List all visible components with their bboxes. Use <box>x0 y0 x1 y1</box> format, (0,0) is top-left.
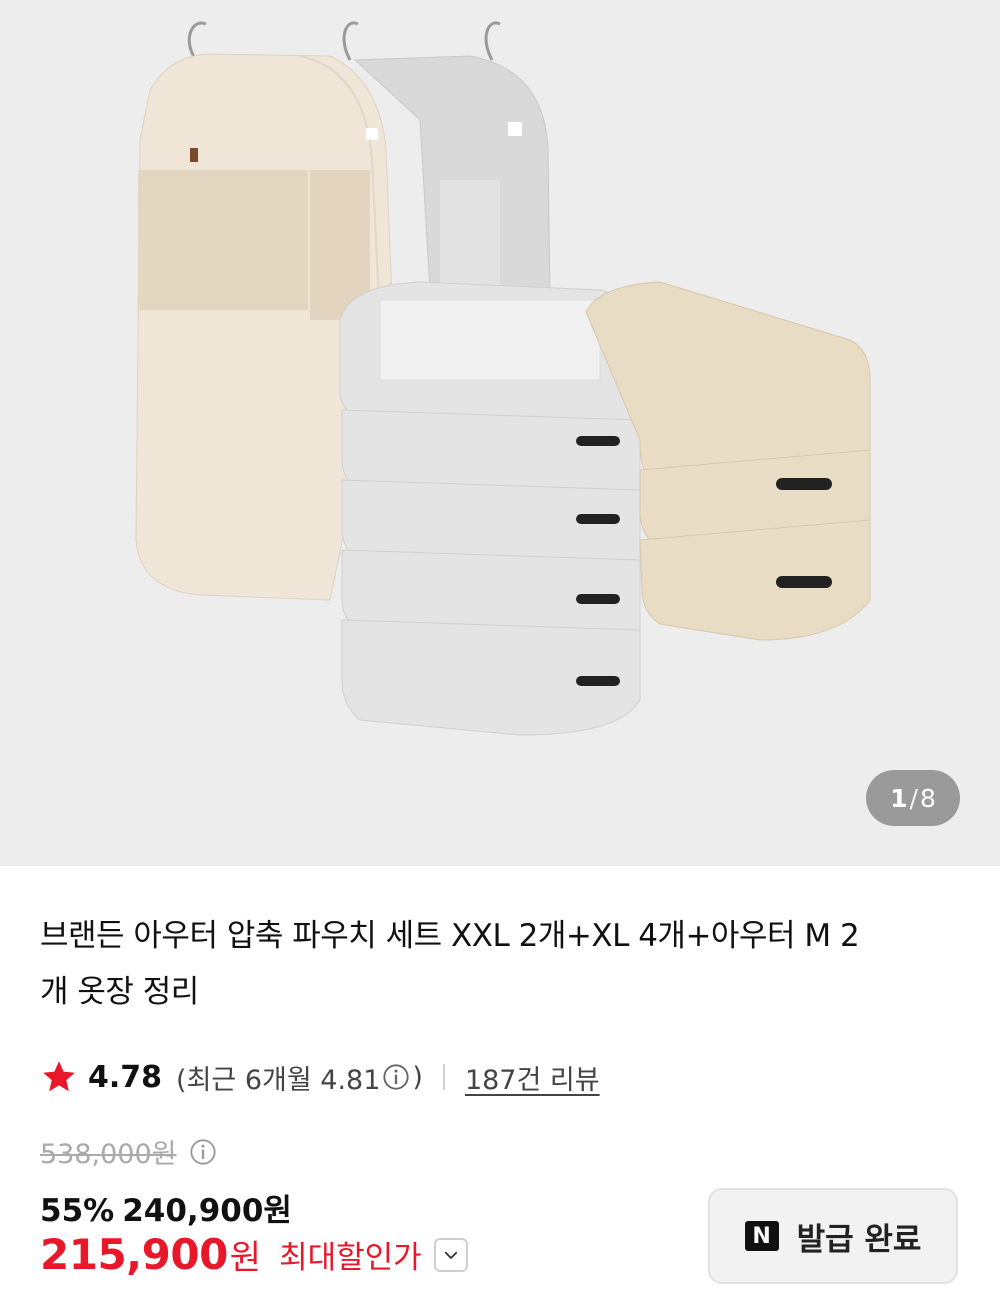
max-discount-label: 최대할인가 <box>279 1240 422 1276</box>
chevron-down-icon <box>444 1251 457 1259</box>
original-price: 538,000원 <box>40 1139 177 1170</box>
info-circle-icon[interactable] <box>189 1138 217 1166</box>
max-discount-unit: 원 <box>229 1238 262 1278</box>
recent-rating-close: ) <box>412 1061 423 1093</box>
divider <box>442 1064 445 1090</box>
recent-rating-text: (최근 6개월 4.81 <box>176 1064 381 1096</box>
recent-rating: (최근 6개월 4.81 ) <box>176 1058 423 1097</box>
review-count-link[interactable]: 187건 리뷰 <box>465 1058 600 1097</box>
product-image-gallery[interactable]: 1 / 8 <box>0 0 1000 866</box>
sale-price-row: 55% 240,900원 <box>40 1185 292 1230</box>
product-image <box>135 21 871 736</box>
max-discount-row: 215,900 원 최대할인가 <box>40 1230 468 1279</box>
image-counter: 1 / 8 <box>866 770 960 826</box>
rating-row: 4.78 (최근 6개월 4.81 ) 187건 리뷰 <box>40 1055 600 1099</box>
sale-price: 240,900원 <box>122 1193 292 1229</box>
max-discount-price: 215,900 <box>40 1230 228 1279</box>
product-title: 브랜든 아우터 압축 파우치 세트 XXL 2개+XL 4개+아우터 M 2개 … <box>40 918 860 1010</box>
rating-score: 4.78 <box>88 1059 163 1095</box>
star-icon <box>43 1061 75 1092</box>
image-counter-current: 1 <box>890 783 908 813</box>
original-price-row: 538,000원 <box>40 1132 219 1171</box>
info-circle-icon[interactable] <box>382 1063 410 1091</box>
coupon-label: 발급 완료 <box>796 1221 922 1258</box>
discount-percent: 55% <box>40 1193 115 1229</box>
naver-logo-icon: N <box>744 1221 779 1251</box>
image-counter-total: 8 <box>919 783 936 813</box>
image-counter-separator: / <box>909 783 918 813</box>
max-discount-toggle[interactable] <box>433 1237 468 1272</box>
coupon-issued-button[interactable]: N 발급 완료 <box>708 1188 958 1284</box>
